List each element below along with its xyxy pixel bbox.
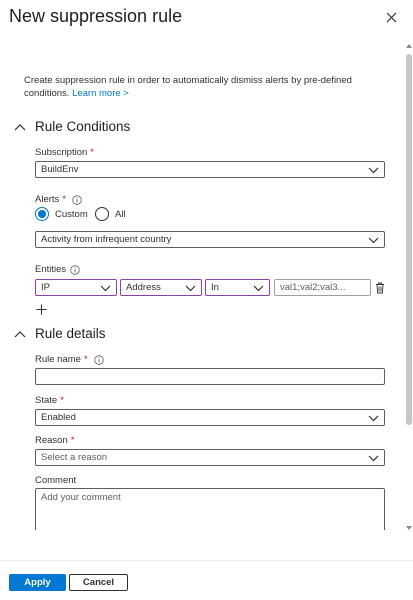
dropdown-placeholder: Select a reason <box>41 452 108 463</box>
alerts-dropdown[interactable]: Activity from infrequent country <box>35 231 385 248</box>
rule-name-label: Rule name * <box>35 354 104 365</box>
dropdown-value: Enabled <box>41 412 76 423</box>
comment-label: Comment <box>35 475 77 486</box>
state-label: State * <box>35 395 64 406</box>
alerts-label: Alerts * <box>35 194 82 205</box>
chevron-down-icon <box>253 285 264 291</box>
dropdown-value: IP <box>41 282 50 293</box>
entity-values-input[interactable]: val1;val2;val3... <box>274 279 371 296</box>
input-placeholder: val1;val2;val3... <box>280 282 346 293</box>
state-dropdown[interactable]: Enabled <box>35 409 385 426</box>
reason-label: Reason * <box>35 435 75 446</box>
chevron-down-icon <box>368 415 379 421</box>
rule-name-input[interactable] <box>35 368 385 385</box>
subscription-dropdown[interactable]: BuildEnv <box>35 161 385 178</box>
footer-divider <box>0 560 413 561</box>
dropdown-value: BuildEnv <box>41 164 79 175</box>
entity-field-dropdown[interactable]: Address <box>120 279 202 296</box>
dropdown-value: Address <box>126 282 161 293</box>
close-icon <box>386 12 396 22</box>
dropdown-value: Activity from infrequent country <box>41 234 172 245</box>
trash-icon[interactable] <box>375 282 385 294</box>
plus-icon <box>36 304 46 314</box>
radio-custom[interactable]: Custom <box>35 207 88 221</box>
chevron-down-icon <box>368 237 379 243</box>
chevron-down-icon <box>368 455 379 461</box>
scrollbar[interactable] <box>405 44 413 530</box>
chevron-up-icon <box>14 123 26 130</box>
scroll-up-arrow[interactable] <box>406 44 412 48</box>
apply-button[interactable]: Apply <box>9 574 66 591</box>
info-icon[interactable] <box>93 354 104 365</box>
scroll-down-arrow[interactable] <box>406 526 412 530</box>
entity-operator-dropdown[interactable]: In <box>205 279 270 296</box>
radio-label: Custom <box>55 208 88 220</box>
radio-button[interactable] <box>95 207 109 221</box>
section-title: Rule details <box>35 326 106 341</box>
cancel-button[interactable]: Cancel <box>69 574 128 591</box>
rule-conditions-header[interactable]: Rule Conditions <box>14 119 130 134</box>
radio-all[interactable]: All <box>95 207 126 221</box>
chevron-up-icon <box>14 330 26 337</box>
close-button[interactable] <box>381 7 401 27</box>
rule-details-header[interactable]: Rule details <box>14 326 106 341</box>
section-title: Rule Conditions <box>35 119 131 134</box>
scroll-thumb[interactable] <box>406 54 412 425</box>
panel-title: New suppression rule <box>9 6 183 26</box>
entities-label: Entities <box>35 264 80 275</box>
reason-dropdown[interactable]: Select a reason <box>35 449 385 466</box>
description: Create suppression rule in order to auto… <box>24 74 374 100</box>
info-icon[interactable] <box>72 194 82 205</box>
dropdown-value: In <box>211 282 219 293</box>
entity-type-dropdown[interactable]: IP <box>35 279 117 296</box>
comment-textarea[interactable]: Add your comment <box>35 488 385 530</box>
radio-label: All <box>115 208 126 220</box>
chevron-down-icon <box>185 285 196 291</box>
chevron-down-icon <box>100 285 111 291</box>
textarea-placeholder: Add your comment <box>41 492 121 503</box>
radio-button[interactable] <box>35 207 49 221</box>
info-icon[interactable] <box>70 264 80 275</box>
chevron-down-icon <box>368 167 379 173</box>
learn-more-link[interactable]: Learn more > <box>72 88 129 99</box>
add-entity-button[interactable] <box>35 302 47 316</box>
subscription-label: Subscription * <box>35 147 94 158</box>
